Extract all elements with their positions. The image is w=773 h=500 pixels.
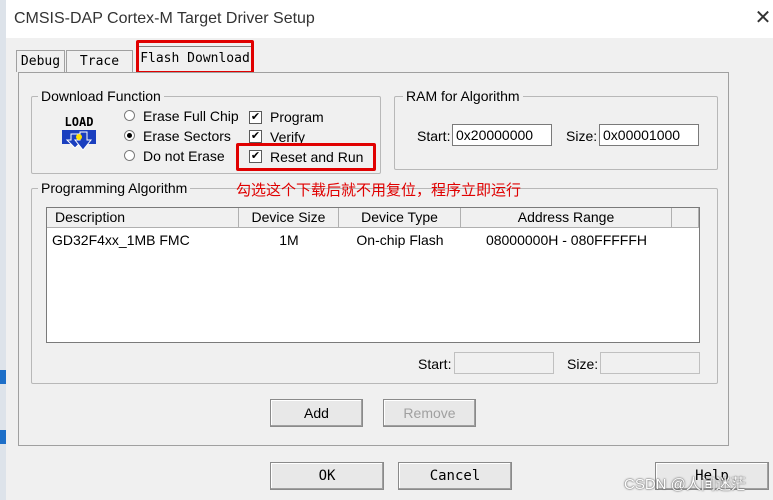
annotation-text: 勾选这个下载后就不用复位，程序立即运行 [236, 181, 522, 199]
row-device-size: 1M [279, 232, 299, 248]
row-device-type: On-chip Flash [356, 232, 444, 248]
programming-algorithm-legend: Programming Algorithm [38, 180, 191, 196]
column-device-type[interactable]: Device Type [339, 208, 461, 228]
add-button[interactable]: Add [270, 399, 363, 427]
column-device-size[interactable]: Device Size [239, 208, 339, 228]
erase-sectors-radio[interactable] [124, 130, 135, 141]
tab-debug[interactable]: Debug [16, 50, 65, 72]
title-bar: CMSIS-DAP Cortex-M Target Driver Setup ✕ [6, 0, 773, 38]
do-not-erase-label: Do not Erase [143, 148, 225, 164]
program-label: Program [270, 109, 324, 125]
column-filler [672, 208, 699, 228]
erase-full-chip-label: Erase Full Chip [143, 108, 239, 124]
ram-for-algorithm-legend: RAM for Algorithm [403, 88, 523, 104]
column-description[interactable]: Description [47, 208, 239, 228]
remove-button[interactable]: Remove [383, 399, 476, 427]
ram-start-input[interactable]: 0x20000000 [452, 124, 552, 146]
tab-highlight-box [136, 40, 254, 74]
watermark: CSDN @人间迷茫 [624, 476, 746, 493]
ram-start-label: Start: [417, 128, 451, 144]
tab-trace[interactable]: Trace [66, 50, 133, 72]
row-description: GD32F4xx_1MB FMC [52, 232, 190, 248]
background-window-edge [0, 0, 6, 500]
background-window-marker [0, 430, 6, 444]
erase-full-chip-radio[interactable] [124, 110, 135, 121]
row-address-range: 08000000H - 080FFFFFH [485, 232, 648, 248]
background-window-marker [0, 370, 6, 384]
algorithm-size-label: Size: [567, 356, 599, 372]
column-address-range[interactable]: Address Range [461, 208, 672, 228]
algorithm-start-label: Start: [418, 356, 452, 372]
ram-size-input[interactable]: 0x00001000 [599, 124, 699, 146]
reset-and-run-highlight-box [236, 143, 376, 171]
verify-checkbox[interactable]: ✔ [249, 130, 262, 143]
cancel-button[interactable]: Cancel [398, 462, 512, 490]
window-title: CMSIS-DAP Cortex-M Target Driver Setup [14, 10, 315, 27]
close-icon[interactable]: ✕ [751, 6, 773, 30]
algorithm-start-input[interactable] [454, 352, 554, 374]
ram-size-label: Size: [566, 128, 598, 144]
do-not-erase-radio[interactable] [124, 150, 135, 161]
load-icon: LOAD [58, 114, 100, 154]
download-function-legend: Download Function [38, 88, 164, 104]
ok-button[interactable]: OK [270, 462, 384, 490]
erase-sectors-label: Erase Sectors [143, 128, 231, 144]
algorithm-size-input[interactable] [600, 352, 700, 374]
program-checkbox[interactable]: ✔ [249, 111, 262, 124]
load-icon-text: LOAD [65, 115, 94, 129]
